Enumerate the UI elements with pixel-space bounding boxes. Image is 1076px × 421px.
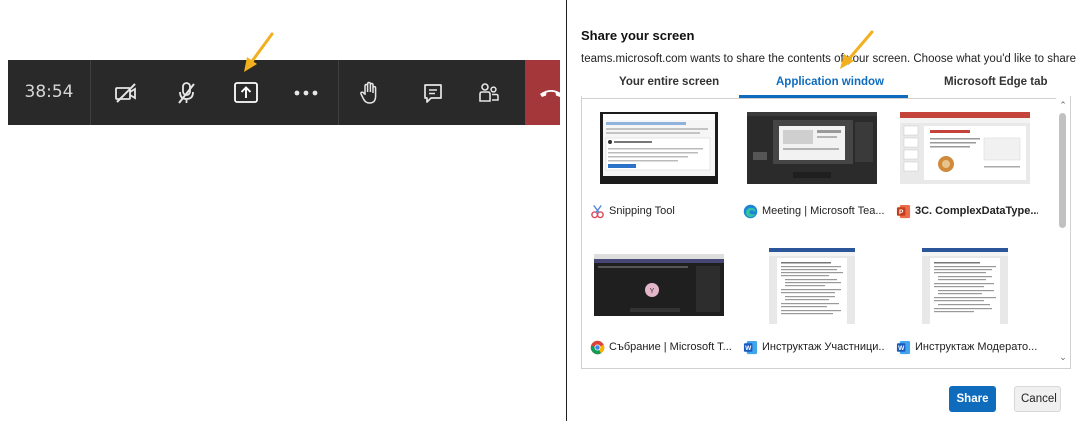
window-title: Инструктаж Участници... (762, 341, 885, 353)
word-icon: W (743, 340, 758, 354)
camera-toggle-button[interactable] (98, 60, 154, 125)
window-title: Инструктаж Модерато... (915, 341, 1038, 353)
toolbar-divider (338, 60, 339, 125)
more-options-icon (294, 90, 318, 95)
window-label: Snipping Tool (590, 202, 732, 220)
svg-text:P: P (899, 208, 904, 215)
svg-text:W: W (745, 344, 752, 351)
window-option-snipping-tool[interactable]: Snipping Tool (582, 96, 732, 221)
raise-hand-button[interactable] (341, 60, 397, 125)
window-thumbnail (743, 244, 881, 324)
phone-hangup-icon (540, 89, 560, 97)
chat-icon (424, 83, 442, 103)
more-options-button[interactable] (278, 60, 334, 125)
scroll-up-icon[interactable]: ⌃ (1058, 100, 1068, 110)
window-list-scrollbar[interactable]: ⌃ ⌄ (1056, 96, 1070, 368)
raise-hand-icon (360, 81, 377, 104)
window-option-teams-edge[interactable]: Meeting | Microsoft Tea... (735, 96, 885, 221)
mic-toggle-button[interactable] (158, 60, 214, 125)
share-screen-icon (234, 81, 258, 103)
window-label: Събрание | Microsoft T... (590, 338, 732, 356)
share-button[interactable]: Share (949, 386, 996, 412)
dialog-title: Share your screen (581, 28, 695, 43)
tab-application-window[interactable]: Application window (776, 76, 884, 88)
window-thumbnail (590, 108, 728, 188)
window-list: Snipping Tool Meeting | Microsoft Tea...… (581, 96, 1071, 369)
svg-text:W: W (898, 344, 905, 351)
window-thumbnail (896, 108, 1034, 188)
mic-off-icon (178, 81, 195, 104)
edge-icon (743, 204, 758, 218)
scroll-down-icon[interactable]: ⌄ (1058, 352, 1068, 362)
camera-off-icon (115, 82, 136, 103)
share-source-tabs: Your entire screen Application window Mi… (581, 70, 1069, 99)
meeting-timer: 38:54 (24, 82, 74, 102)
window-title: 3C. ComplexDataType... (915, 205, 1038, 217)
share-screen-button[interactable] (218, 60, 274, 125)
window-thumbnail: Y (590, 244, 728, 324)
window-option-word-participants[interactable]: W Инструктаж Участници... (735, 232, 885, 357)
window-title: Събрание | Microsoft T... (609, 341, 732, 353)
toolbar-divider (90, 60, 91, 125)
share-screen-dialog: Share your screen teams.microsoft.com wa… (567, 0, 1076, 421)
window-label: W Инструктаж Модерато... (896, 338, 1038, 356)
word-icon: W (896, 340, 911, 354)
window-label: P 3C. ComplexDataType... (896, 202, 1038, 220)
window-option-teams-chrome[interactable]: Y Събрание | Microsoft T... (582, 232, 732, 357)
window-thumbnail (743, 108, 881, 188)
window-option-powerpoint[interactable]: P 3C. ComplexDataType... (888, 96, 1038, 221)
participants-button[interactable] (461, 60, 517, 125)
svg-text:Y: Y (650, 288, 655, 295)
window-option-word-moderators[interactable]: W Инструктаж Модерато... (888, 232, 1038, 357)
participants-icon (479, 82, 499, 102)
hang-up-button[interactable] (525, 60, 560, 125)
powerpoint-icon: P (896, 204, 911, 218)
window-title: Meeting | Microsoft Tea... (762, 205, 885, 217)
window-label: W Инструктаж Участници... (743, 338, 885, 356)
meeting-toolbar: 38:54 (8, 60, 560, 125)
window-title: Snipping Tool (609, 205, 675, 217)
chrome-icon (590, 340, 605, 354)
cancel-button[interactable]: Cancel (1014, 386, 1061, 412)
tab-edge-tab[interactable]: Microsoft Edge tab (944, 76, 1048, 88)
scrollbar-thumb[interactable] (1059, 113, 1066, 228)
window-thumbnail (896, 244, 1034, 324)
tab-entire-screen[interactable]: Your entire screen (619, 76, 719, 88)
chat-button[interactable] (405, 60, 461, 125)
dialog-subtitle: teams.microsoft.com wants to share the c… (581, 53, 1076, 65)
snipping-tool-icon (591, 204, 604, 218)
window-label: Meeting | Microsoft Tea... (743, 202, 885, 220)
